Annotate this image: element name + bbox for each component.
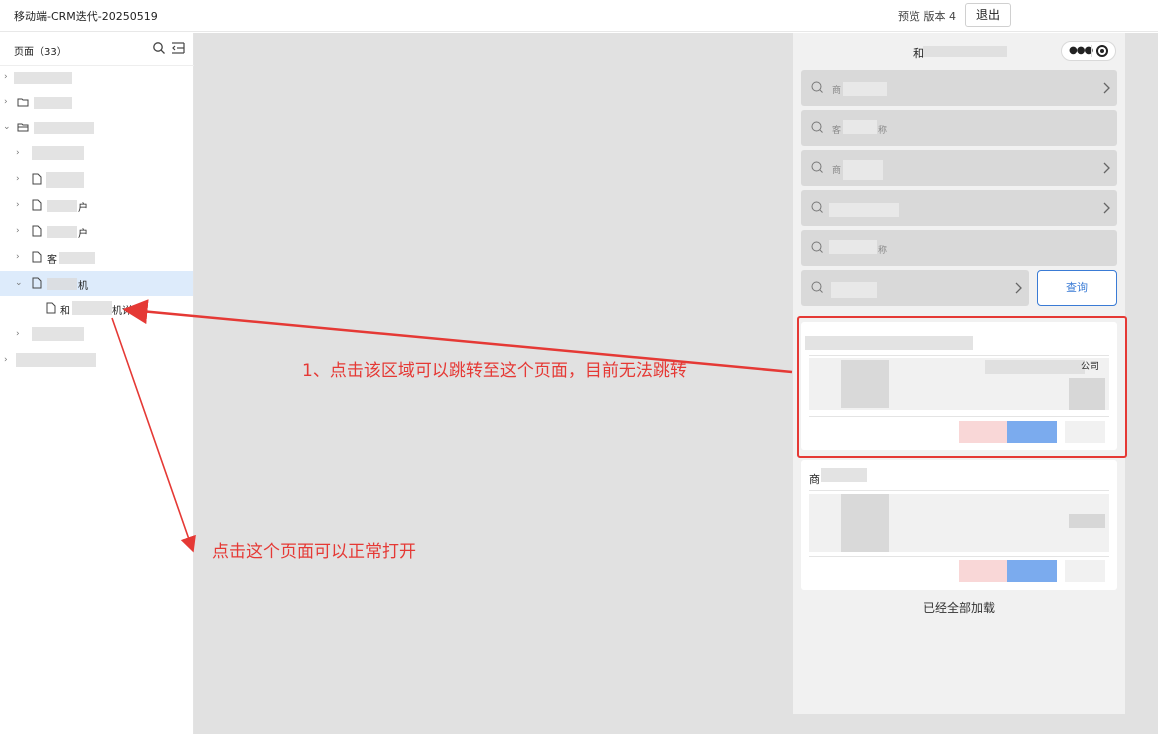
chevron-right-icon[interactable]: › xyxy=(4,97,12,107)
preview-version-label: 预览 版本 4 xyxy=(898,10,956,23)
more-dots-icon[interactable]: ●●● xyxy=(1069,45,1093,57)
folder-icon xyxy=(17,98,29,107)
field-placeholder: 客 xyxy=(832,126,842,136)
page-icon xyxy=(32,251,42,263)
top-bar: 移动端-CRM迭代-20250519 预览 版本 4 退出 xyxy=(0,0,1158,32)
chevron-down-icon[interactable]: ⌄ xyxy=(3,122,11,132)
tree-node-label: 户 xyxy=(78,229,88,240)
tree-node-label: 机 xyxy=(78,281,88,292)
collapse-sidebar-icon[interactable] xyxy=(171,41,185,55)
tree-node[interactable]: › xyxy=(0,65,193,90)
app-title: 移动端-CRM迭代-20250519 xyxy=(14,10,158,23)
chevron-down-icon[interactable]: ⌄ xyxy=(15,278,23,288)
chevron-right-icon[interactable]: › xyxy=(16,200,24,210)
tree-node[interactable]: › 客 xyxy=(0,245,193,270)
tree-node[interactable]: › xyxy=(0,348,193,373)
tree-node[interactable]: › 户 xyxy=(0,193,193,218)
chevron-right-icon[interactable]: › xyxy=(16,329,24,339)
chevron-right-icon[interactable]: › xyxy=(4,72,12,82)
page-icon xyxy=(32,173,42,185)
close-mini-program-icon[interactable] xyxy=(1096,45,1108,57)
chevron-right-icon[interactable]: › xyxy=(16,148,24,158)
page-icon xyxy=(32,199,42,211)
page-icon xyxy=(32,225,42,237)
page-icon xyxy=(32,277,42,289)
tree-node[interactable]: › xyxy=(0,167,193,192)
capsule-menu[interactable]: ●●● xyxy=(1061,41,1116,61)
page-tree-sidebar: 页面（33） › › ⌄ › › › 户 › 户 › 客 ⌄ 机 和 机详情 ›… xyxy=(0,33,194,734)
tree-node-selected[interactable]: ⌄ 机 xyxy=(0,271,193,296)
filter-field[interactable]: 商 xyxy=(801,70,1117,106)
chevron-right-icon xyxy=(1103,162,1110,174)
filter-field[interactable]: 商 xyxy=(801,150,1117,186)
query-button[interactable]: 查询 xyxy=(1037,270,1117,306)
annotation-note-2: 点击这个页面可以正常打开 xyxy=(212,542,416,562)
annotation-note-1: 1、点击该区域可以跳转至这个页面，目前无法跳转 xyxy=(302,361,687,381)
card-title-glyph: 商 xyxy=(809,473,820,486)
chevron-right-icon[interactable]: › xyxy=(16,174,24,184)
tree-node-expanded[interactable]: ⌄ xyxy=(0,115,193,140)
tree-node-child[interactable]: 和 机详情 xyxy=(0,296,193,321)
tree-node-label: 户 xyxy=(78,203,88,214)
filter-field[interactable]: 称 xyxy=(801,230,1117,266)
sidebar-header: 页面（33） xyxy=(0,33,194,66)
tree-node-label: 和 xyxy=(60,306,70,317)
search-icon xyxy=(811,161,823,173)
exit-button[interactable]: 退出 xyxy=(965,3,1011,27)
field-placeholder: 商 xyxy=(832,166,842,176)
page-icon xyxy=(46,302,56,314)
tree-node-label: 机详情 xyxy=(112,306,142,317)
chevron-right-icon xyxy=(1103,82,1110,94)
tree-node-label: 客 xyxy=(47,255,57,266)
field-placeholder-suffix: 称 xyxy=(878,126,888,136)
chevron-right-icon xyxy=(1015,282,1022,294)
search-icon[interactable] xyxy=(152,41,166,55)
chevron-right-icon[interactable]: › xyxy=(16,226,24,236)
opportunity-card[interactable]: 商 xyxy=(801,460,1117,590)
mini-program-nav-bar: 和 ●●● xyxy=(793,33,1125,69)
chevron-right-icon[interactable]: › xyxy=(4,355,12,365)
sidebar-title: 页面（33） xyxy=(14,47,67,58)
search-icon xyxy=(811,121,823,133)
chevron-right-icon xyxy=(1103,202,1110,214)
folder-open-icon xyxy=(17,123,29,132)
annotation-highlight-box xyxy=(797,316,1127,458)
search-icon xyxy=(811,281,823,293)
search-icon xyxy=(811,201,823,213)
field-placeholder: 商 xyxy=(832,86,842,96)
filter-field[interactable] xyxy=(801,190,1117,226)
filter-field[interactable] xyxy=(801,270,1029,306)
tree-node[interactable]: › xyxy=(0,322,193,347)
tree-node[interactable]: › xyxy=(0,141,193,166)
all-loaded-text: 已经全部加载 xyxy=(922,601,995,615)
search-icon xyxy=(811,241,823,253)
tree-node[interactable]: › xyxy=(0,90,193,115)
field-placeholder-suffix: 称 xyxy=(878,246,888,256)
filter-field[interactable]: 客 称 xyxy=(801,110,1117,146)
chevron-right-icon[interactable]: › xyxy=(16,252,24,262)
tree-node[interactable]: › 户 xyxy=(0,219,193,244)
search-icon xyxy=(811,81,823,93)
